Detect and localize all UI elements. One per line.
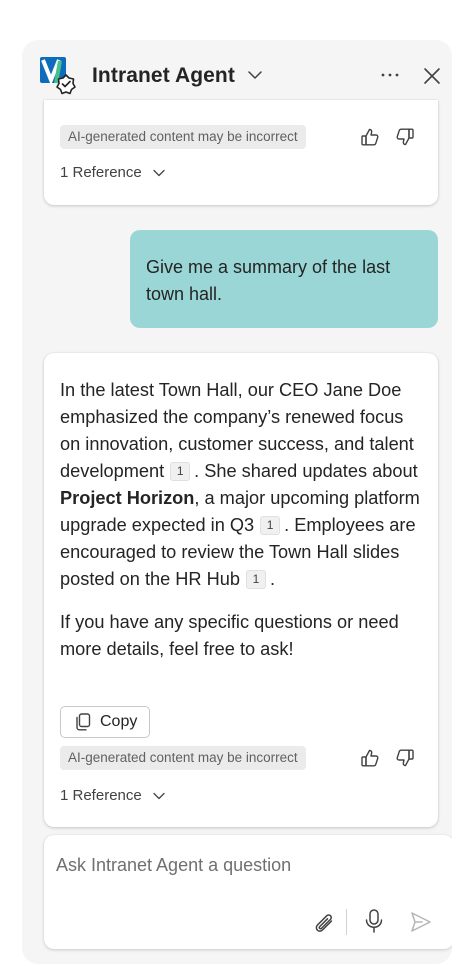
citation-marker[interactable]: 1 bbox=[245, 570, 266, 589]
chevron-down-icon bbox=[153, 792, 165, 799]
microphone-icon[interactable] bbox=[362, 908, 386, 934]
thumbs-up-icon[interactable] bbox=[359, 126, 381, 148]
close-icon[interactable] bbox=[421, 65, 443, 87]
citation-marker[interactable]: 1 bbox=[170, 462, 191, 481]
agent-response-text: In the latest Town Hall, our CEO Jane Do… bbox=[60, 377, 420, 679]
user-message-bubble: Give me a summary of the last town hall. bbox=[130, 230, 438, 328]
copy-icon bbox=[76, 713, 91, 731]
thumbs-down-icon[interactable] bbox=[394, 126, 416, 148]
agent-panel: Intranet Agent AI-generated content may … bbox=[22, 40, 452, 964]
agent-logo-icon bbox=[40, 57, 76, 95]
thumbs-up-icon[interactable] bbox=[359, 747, 381, 769]
references-toggle[interactable]: 1 Reference bbox=[60, 787, 166, 804]
response-text: . She shared updates about bbox=[194, 461, 418, 481]
response-paragraph: If you have any specific questions or ne… bbox=[60, 612, 399, 659]
panel-title: Intranet Agent bbox=[92, 64, 235, 87]
response-paragraph: In the latest Town Hall, our CEO Jane Do… bbox=[60, 377, 420, 593]
question-input[interactable] bbox=[56, 855, 436, 876]
references-label: 1 Reference bbox=[60, 164, 142, 181]
response-text: . bbox=[269, 569, 276, 589]
more-options-icon[interactable] bbox=[377, 62, 403, 88]
references-toggle[interactable]: 1 Reference bbox=[60, 164, 166, 181]
chevron-down-icon[interactable] bbox=[246, 66, 264, 84]
project-name: Project Horizon bbox=[60, 488, 195, 508]
send-icon[interactable] bbox=[409, 910, 433, 934]
citation-marker[interactable]: 1 bbox=[260, 516, 281, 535]
chevron-down-icon bbox=[153, 169, 165, 176]
copy-button[interactable]: Copy bbox=[60, 706, 150, 738]
thumbs-down-icon[interactable] bbox=[394, 747, 416, 769]
message-composer bbox=[44, 835, 452, 949]
ai-disclaimer-badge: AI-generated content may be incorrect bbox=[60, 746, 306, 770]
copy-label: Copy bbox=[100, 713, 138, 730]
paperclip-icon[interactable] bbox=[312, 909, 338, 935]
composer-divider bbox=[346, 909, 347, 935]
references-label: 1 Reference bbox=[60, 787, 142, 804]
agent-response-card: In the latest Town Hall, our CEO Jane Do… bbox=[44, 353, 438, 827]
previous-response-card: AI-generated content may be incorrect 1 … bbox=[44, 100, 438, 205]
user-message-text: Give me a summary of the last town hall. bbox=[146, 257, 391, 304]
ai-disclaimer-badge: AI-generated content may be incorrect bbox=[60, 125, 306, 149]
